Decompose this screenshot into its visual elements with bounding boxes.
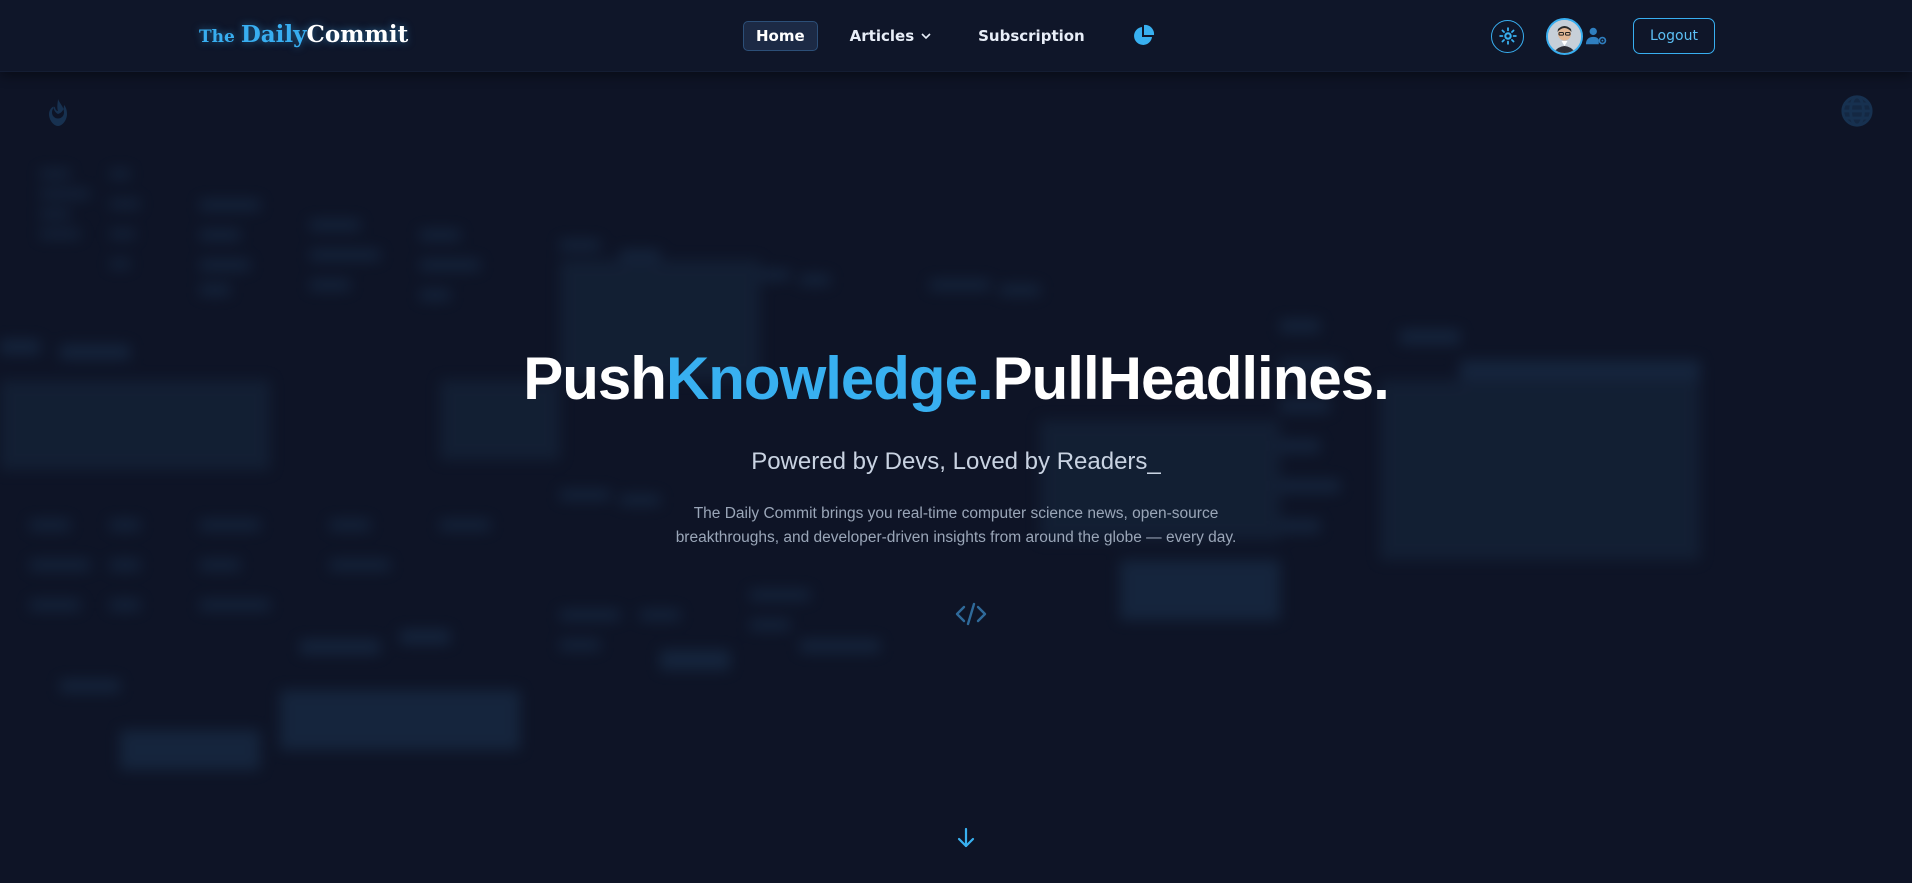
hero-tagline: Powered by Devs, Loved by Readers_	[0, 448, 1912, 476]
main-nav: Home Articles Subscription	[743, 21, 1156, 51]
nav-articles-dropdown[interactable]: Articles	[838, 22, 944, 50]
account-tools: Logout	[1491, 16, 1715, 56]
chevron-down-icon	[920, 30, 932, 42]
hero-description: The Daily Commit brings you real-time co…	[675, 505, 1237, 546]
headline-pull: PullHeadlines.	[992, 345, 1390, 412]
globe-icon	[1840, 94, 1874, 132]
code-icon	[954, 599, 988, 629]
page: The DailyCommit Home Articles Subscriptio…	[0, 0, 1912, 883]
typing-cursor: _	[1147, 448, 1161, 475]
headline-push: Push	[523, 345, 667, 412]
avatar[interactable]	[1546, 17, 1583, 55]
hero-headline: PushKnowledge.PullHeadlines.	[0, 343, 1912, 415]
arrow-down-icon[interactable]	[953, 825, 979, 851]
background-artwork	[0, 170, 1700, 770]
brand-the: The	[199, 27, 235, 47]
nav-home-label: Home	[756, 27, 805, 45]
pie-chart-icon[interactable]	[1130, 23, 1156, 49]
brand-logo[interactable]: The DailyCommit	[199, 21, 408, 48]
user-menu[interactable]	[1546, 17, 1607, 55]
nav-subscription-label: Subscription	[978, 27, 1085, 45]
nav-home[interactable]: Home	[743, 21, 818, 51]
sun-icon	[1498, 27, 1517, 45]
top-navbar: The DailyCommit Home Articles Subscriptio…	[0, 0, 1912, 72]
nav-articles-label: Articles	[849, 27, 915, 45]
brand-commit: Commit	[306, 21, 409, 48]
tagline-text: Powered by Devs, Loved by Readers	[751, 448, 1148, 475]
logout-button[interactable]: Logout	[1633, 18, 1715, 54]
theme-toggle-button[interactable]	[1491, 19, 1524, 53]
nav-subscription[interactable]: Subscription	[966, 22, 1097, 50]
flame-icon	[40, 95, 76, 137]
headline-knowledge: Knowledge.	[665, 345, 994, 412]
brand-daily: Daily	[240, 21, 307, 48]
user-cog-icon	[1585, 25, 1607, 47]
